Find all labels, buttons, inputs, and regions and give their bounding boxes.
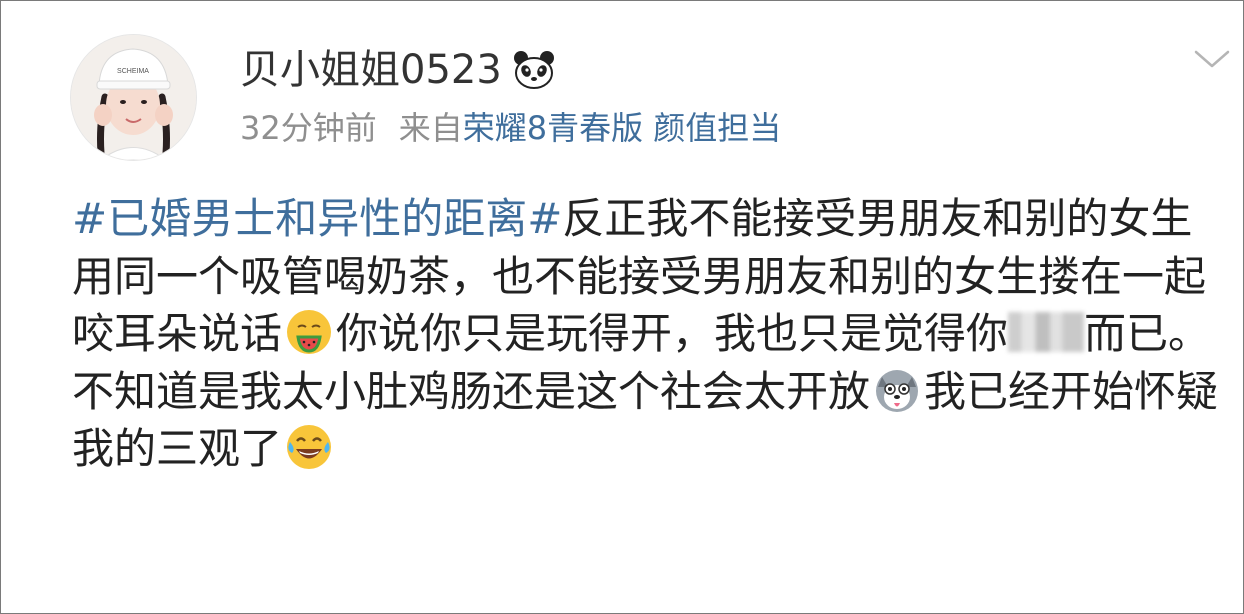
post-text: #已婚男士和异性的距离#反正我不能接受男朋友和别的女生用同一个吸管喝奶茶，也不能… [72, 190, 1227, 363]
blurred-word [1008, 312, 1085, 353]
panda-icon [512, 48, 556, 92]
post-text-segment-3: 而已。 [1084, 309, 1211, 359]
post-source-link[interactable]: 荣耀8青春版 颜值担当 [463, 109, 782, 147]
laughing-tears-emoji-icon [284, 422, 334, 472]
post-text-segment-2: 你说你只是玩得开，我也只是觉得你 [336, 309, 1009, 359]
username-row: 贝小姐姐0523 [240, 42, 556, 98]
husky-emoji-icon [872, 365, 922, 415]
from-label: 来自 [398, 109, 463, 147]
post-text-paragraph-2: 不知道是我太小肚鸡肠还是这个社会太开放 我已经开始怀疑我的三观了 [72, 363, 1227, 478]
username[interactable]: 贝小姐姐0523 [240, 42, 502, 98]
avatar-hat-text: SCHEIMA [117, 68, 149, 75]
chevron-down-icon[interactable] [1190, 46, 1234, 72]
topic-link[interactable]: #已婚男士和异性的距离# [72, 194, 562, 243]
avatar-image: SCHEIMA [71, 35, 196, 160]
watermelon-emoji-icon [284, 307, 334, 357]
post-text-segment-4: 不知道是我太小肚鸡肠还是这个社会太开放 [72, 366, 871, 416]
post-time: 32分钟前 [240, 109, 377, 147]
avatar[interactable]: SCHEIMA [70, 34, 197, 161]
post-meta: 32分钟前 来自荣耀8青春版 颜值担当 [240, 104, 781, 152]
post-content: #已婚男士和异性的距离#反正我不能接受男朋友和别的女生用同一个吸管喝奶茶，也不能… [72, 190, 1227, 478]
